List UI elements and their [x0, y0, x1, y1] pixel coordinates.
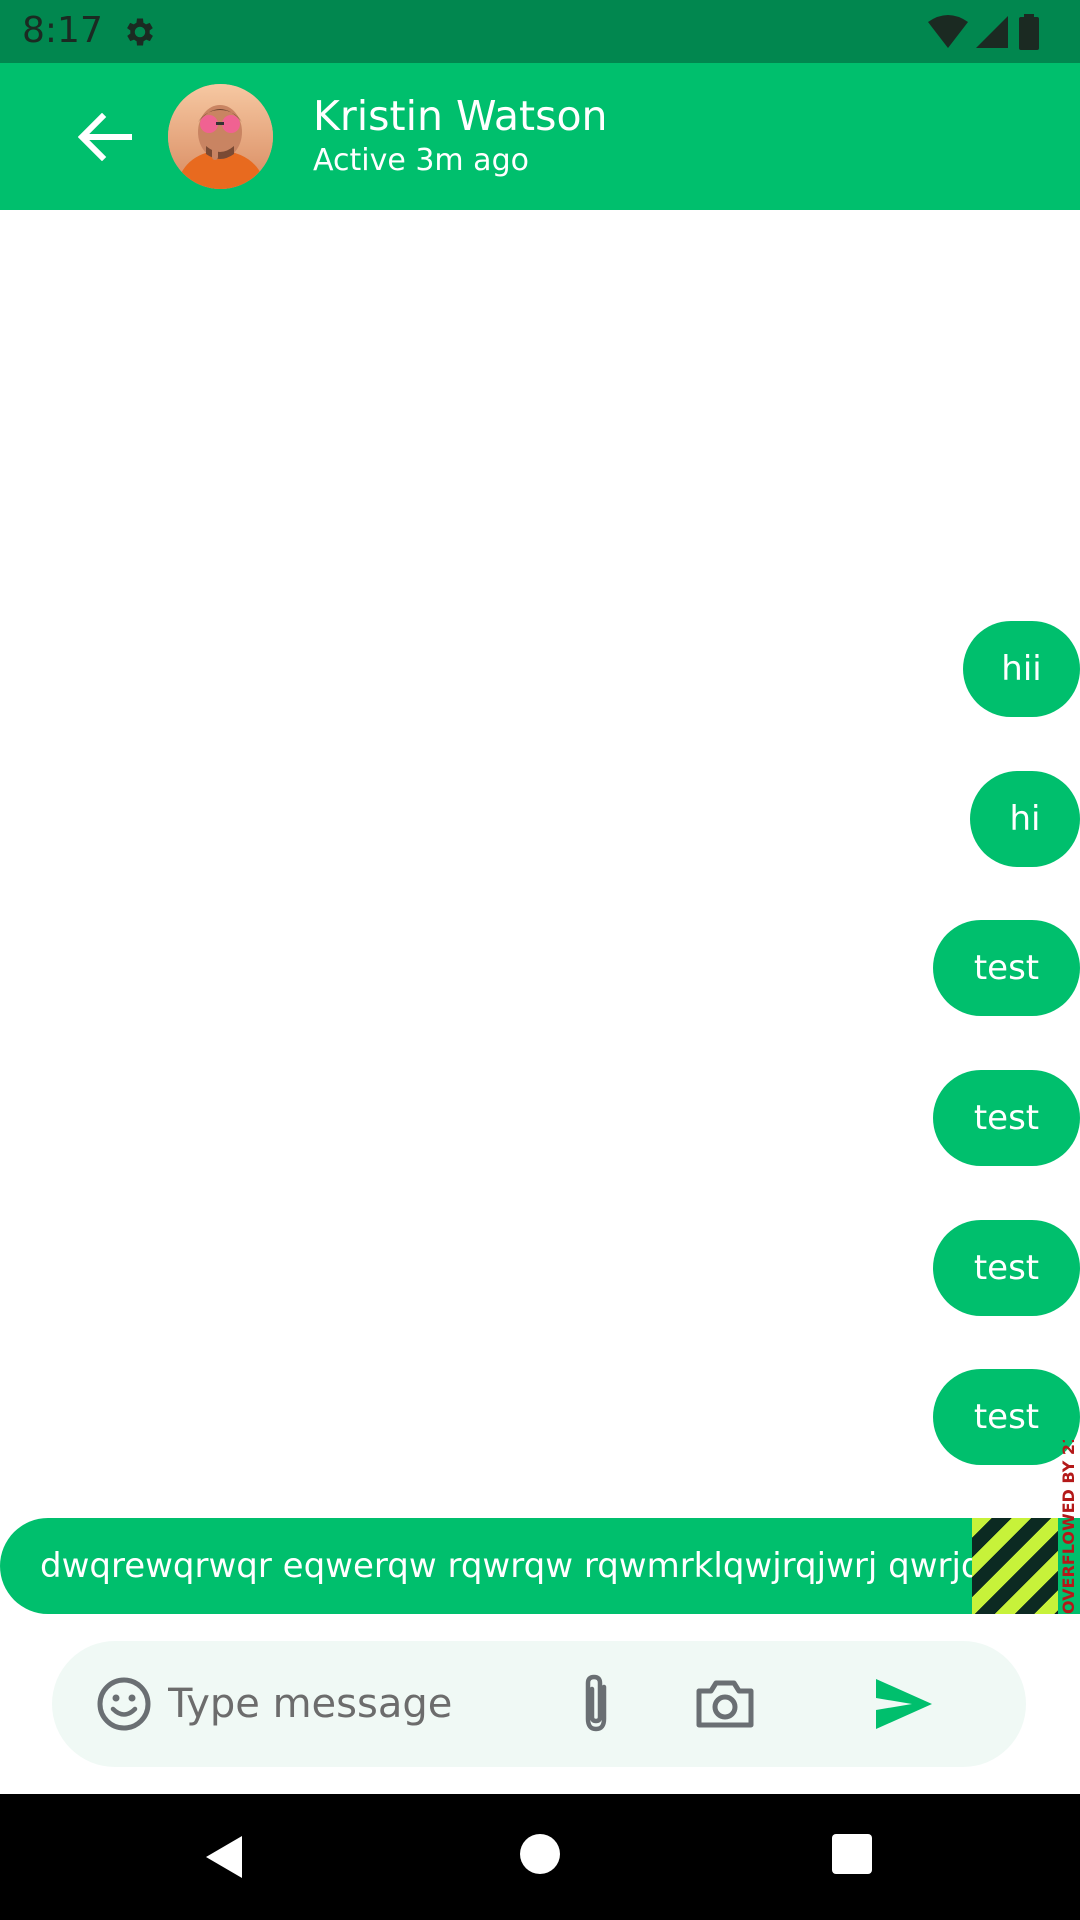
- send-icon[interactable]: [874, 1677, 934, 1731]
- back-arrow-icon[interactable]: [78, 113, 132, 161]
- status-indicators: [928, 14, 1040, 50]
- emoji-icon[interactable]: [96, 1676, 152, 1732]
- signal-icon: [976, 16, 1008, 48]
- camera-icon[interactable]: [695, 1677, 755, 1729]
- nav-recents-icon[interactable]: [832, 1834, 872, 1874]
- battery-icon: [1019, 14, 1039, 50]
- wifi-icon: [928, 15, 968, 48]
- message-bubble[interactable]: test: [933, 920, 1080, 1016]
- message-text: dwqrewqrwqr eqwerqw rqwrqw rqwmrklqwjrqj…: [40, 1546, 1034, 1586]
- contact-name: Kristin Watson: [313, 92, 608, 140]
- message-input[interactable]: [168, 1669, 488, 1739]
- status-bar: 8:17: [0, 0, 1080, 63]
- system-nav-bar: [0, 1794, 1080, 1920]
- message-composer: [52, 1641, 1026, 1767]
- message-bubble[interactable]: test: [933, 1220, 1080, 1316]
- attach-icon[interactable]: [574, 1671, 618, 1737]
- contact-status: Active 3m ago: [313, 143, 529, 178]
- message-bubble[interactable]: hii: [963, 621, 1080, 717]
- chat-header: Kristin Watson Active 3m ago: [0, 63, 1080, 210]
- message-bubble-long[interactable]: dwqrewqrwqr eqwerqw rqwrqw rqwmrklqwjrqj…: [0, 1518, 1080, 1614]
- gear-icon: [127, 18, 153, 46]
- status-time: 8:17: [22, 10, 103, 51]
- message-bubble[interactable]: test: [933, 1070, 1080, 1166]
- avatar-image: [168, 84, 273, 189]
- overflow-warning-stripes: [972, 1518, 1058, 1614]
- overflow-warning-label: OVERFLOWED BY 218 PIXELS: [1059, 1440, 1078, 1614]
- message-bubble[interactable]: hi: [970, 771, 1080, 867]
- avatar[interactable]: [168, 84, 273, 189]
- nav-back-icon[interactable]: [204, 1834, 244, 1880]
- nav-home-icon[interactable]: [520, 1834, 560, 1874]
